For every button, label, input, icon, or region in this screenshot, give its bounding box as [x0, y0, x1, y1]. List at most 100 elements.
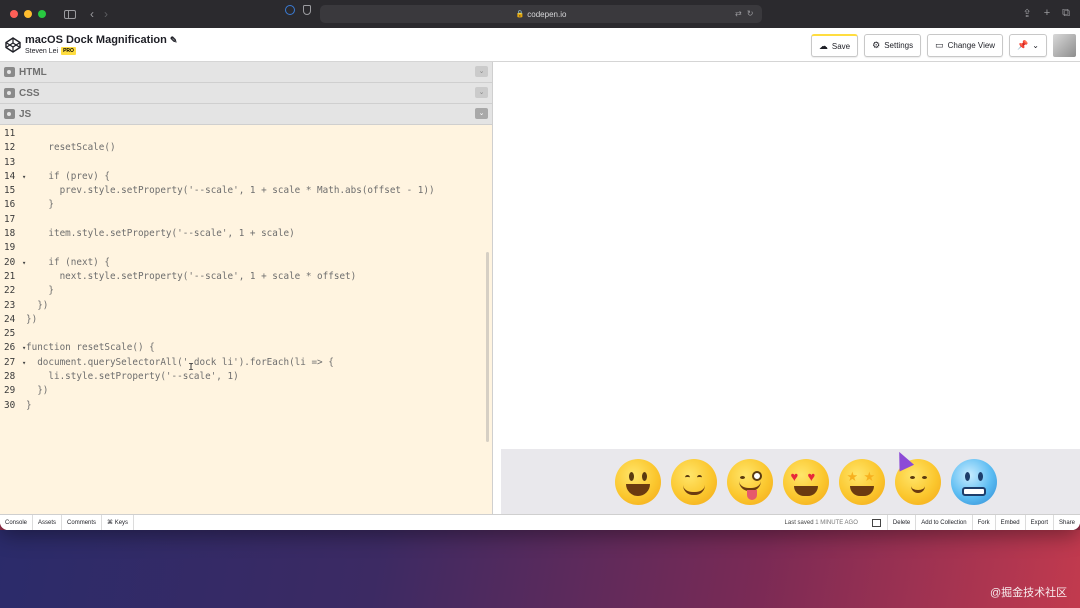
star-struck-face-icon[interactable]: ★ ★	[838, 458, 885, 505]
line-number: 15	[4, 185, 16, 197]
partying-face-icon[interactable]	[891, 447, 941, 505]
text-cursor-icon: I	[188, 362, 195, 373]
code-line[interactable]: 24})	[0, 313, 492, 327]
code-text: })	[26, 313, 38, 325]
forward-arrow-icon[interactable]: ›	[104, 8, 108, 20]
line-number: 25	[4, 328, 16, 340]
pen-title[interactable]: macOS Dock Magnification	[25, 34, 167, 46]
avatar[interactable]	[1053, 34, 1076, 57]
line-number: 26	[4, 342, 16, 354]
code-text: })	[26, 299, 49, 311]
new-tab-icon[interactable]: +	[1044, 7, 1050, 20]
tab-overview-icon[interactable]: ⧉	[1062, 7, 1070, 20]
code-line[interactable]: 20 ▾ if (next) {	[0, 256, 492, 270]
last-saved-status: Last saved 1 MINUTE AGO	[777, 520, 866, 526]
css-collapse-chevron-icon[interactable]: ⌄	[475, 87, 488, 98]
line-number: 23	[4, 299, 16, 311]
code-line[interactable]: 12 resetScale()	[0, 141, 492, 155]
line-number: 13	[4, 156, 16, 168]
add-to-collection-button[interactable]: Add to Collection	[916, 515, 973, 530]
code-line[interactable]: 23 })	[0, 299, 492, 313]
embed-button[interactable]: Embed	[996, 515, 1026, 530]
comments-button[interactable]: Comments	[62, 514, 103, 530]
fold-gutter	[22, 156, 26, 170]
heart-eyes-face-icon[interactable]: ♥ ♥	[782, 458, 829, 505]
fullscreen-window-button[interactable]	[38, 10, 46, 18]
share-icon[interactable]: ⇪	[1022, 7, 1031, 20]
cloud-icon: ☁	[818, 40, 828, 51]
code-line[interactable]: 29 })	[0, 384, 492, 398]
pro-badge: PRO	[61, 47, 76, 55]
cold-face-icon[interactable]	[950, 458, 997, 505]
line-number: 16	[4, 199, 16, 211]
code-line[interactable]: 13	[0, 156, 492, 170]
reload-icon[interactable]: ↻	[747, 9, 754, 18]
grinning-face-icon[interactable]	[614, 458, 661, 505]
editor-scrollbar[interactable]	[486, 252, 489, 442]
code-line[interactable]: 25	[0, 327, 492, 341]
js-collapse-chevron-icon[interactable]: ⌄	[475, 108, 488, 119]
line-number: 20	[4, 256, 16, 268]
change-view-button-label: Change View	[947, 41, 996, 50]
open-external-icon[interactable]	[871, 519, 881, 527]
code-line[interactable]: 30}	[0, 399, 492, 413]
smiling-face-icon[interactable]	[670, 458, 717, 505]
code-line[interactable]: 16 }	[0, 198, 492, 212]
html-pane-header[interactable]: HTML ⌄	[0, 62, 492, 83]
save-button-label: Save	[831, 41, 851, 51]
close-window-button[interactable]	[10, 10, 18, 18]
html-collapse-chevron-icon[interactable]: ⌄	[475, 66, 488, 77]
fold-gutter	[22, 327, 26, 341]
codepen-logo-icon[interactable]	[5, 36, 21, 53]
css-settings-icon[interactable]	[4, 88, 15, 98]
pin-menu-button[interactable]: 📌 ⌄	[1009, 34, 1047, 57]
js-settings-icon[interactable]	[4, 109, 15, 119]
code-line[interactable]: 21 next.style.setProperty('--scale', 1 +…	[0, 270, 492, 284]
desktop-background	[0, 530, 1080, 608]
winking-tongue-face-icon[interactable]	[726, 458, 773, 505]
translate-icon[interactable]: ⇄	[735, 9, 742, 18]
delete-button[interactable]: Delete	[886, 515, 917, 530]
code-line[interactable]: 26 ▾ function resetScale() {	[0, 341, 492, 355]
code-line[interactable]: 18 item.style.setProperty('--scale', 1 +…	[0, 227, 492, 241]
console-button[interactable]: Console	[0, 514, 34, 530]
code-line[interactable]: 22 }	[0, 284, 492, 298]
js-pane-header[interactable]: JS ⌄	[0, 104, 492, 125]
share-button[interactable]: Share	[1054, 515, 1080, 530]
line-number: 27	[4, 356, 16, 368]
address-bar[interactable]: 🔒 codepen.io	[320, 5, 762, 23]
change-view-button[interactable]: ▭ Change View	[927, 34, 1004, 57]
keys-button[interactable]: ⌘ Keys	[102, 514, 135, 530]
sidebar-toggle-icon[interactable]	[64, 9, 76, 19]
code-line[interactable]: 27 ▾ document.querySelectorAll('.dock li'…	[0, 356, 492, 370]
export-button[interactable]: Export	[1026, 515, 1054, 530]
save-button[interactable]: ☁ Save	[810, 34, 859, 57]
code-text: }	[26, 199, 54, 211]
back-arrow-icon[interactable]: ‹	[90, 8, 94, 20]
code-line[interactable]: 14 ▾ if (prev) {	[0, 170, 492, 184]
js-code-editor[interactable]: 11 12 resetScale() 13 14 ▾ if (prev) {15 pre…	[0, 125, 492, 413]
edit-pencil-icon[interactable]: ✎	[170, 35, 178, 46]
extension-globe-icon[interactable]	[285, 5, 295, 15]
code-line[interactable]: 15 prev.style.setProperty('--scale', 1 +…	[0, 184, 492, 198]
css-pane-header[interactable]: CSS ⌄	[0, 83, 492, 104]
minimize-window-button[interactable]	[24, 10, 32, 18]
code-text: if (next) {	[26, 256, 110, 268]
code-line[interactable]: 19	[0, 241, 492, 255]
code-line[interactable]: 28 li.style.setProperty('--scale', 1)	[0, 370, 492, 384]
html-settings-icon[interactable]	[4, 67, 15, 77]
preview-pane[interactable]: ♥ ♥ ★ ★	[501, 62, 1080, 514]
line-number: 11	[4, 128, 16, 139]
settings-button[interactable]: ⚙ Settings	[864, 34, 922, 57]
fork-button[interactable]: Fork	[973, 515, 996, 530]
privacy-shield-icon[interactable]	[303, 5, 311, 15]
fold-gutter	[22, 213, 26, 227]
gear-icon: ⚙	[872, 40, 881, 50]
code-line[interactable]: 17	[0, 213, 492, 227]
line-number: 14	[4, 170, 16, 182]
author-name[interactable]: Steven Lei	[25, 48, 58, 55]
last-saved-time: 1 MINUTE AGO	[815, 520, 858, 526]
code-line[interactable]: 11	[0, 127, 492, 141]
assets-button[interactable]: Assets	[33, 514, 63, 530]
css-pane-label: CSS	[19, 87, 40, 99]
